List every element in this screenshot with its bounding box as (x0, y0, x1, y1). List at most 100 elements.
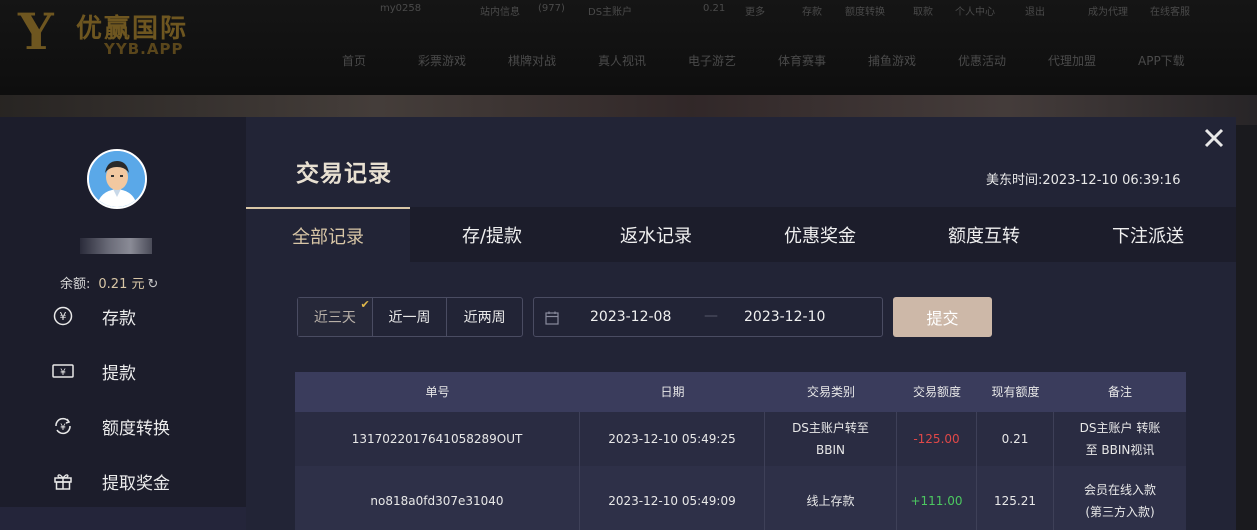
topbar-withdraw: 取款 (913, 7, 933, 18)
table-row: 131702201764105828​9OUT 2023-12-10 05:49… (295, 412, 1186, 466)
range-2-weeks-button[interactable]: 近两周 (447, 298, 522, 336)
topbar-more: 更多 (745, 7, 765, 18)
column-header: 现有额度 (991, 385, 1040, 399)
server-time-label: 美东时间: (986, 173, 1043, 188)
column-header: 备注 (1107, 385, 1132, 399)
sidebar-item-active-partial[interactable] (0, 507, 246, 530)
withdraw-icon: ¥ (52, 360, 74, 382)
topbar-logout: 退出 (1025, 7, 1045, 18)
nav-item: APP下载 (1138, 54, 1185, 68)
balance-row: 余额: 0.21 元 ↻ (60, 273, 158, 292)
balance-label: 余额: (60, 277, 91, 292)
column-header: 交易额度 (912, 385, 961, 399)
balance-cell: 0.21 (977, 412, 1054, 466)
tab-deposit-withdraw[interactable]: 存/提款 (410, 207, 574, 262)
range-label: 近三天 (313, 310, 356, 326)
svg-text:¥: ¥ (60, 423, 66, 433)
sidebar-item-transfer[interactable]: ¥ 额度转换 (0, 406, 246, 446)
type-cell: DS主账户转至BBIN (765, 412, 897, 466)
tab-transfer[interactable]: 额度互转 (902, 207, 1066, 262)
order-number-cell: 131702201764105828​9OUT (295, 412, 580, 466)
date-range-presets: 近三天 ✔ 近一周 近两周 (297, 297, 523, 337)
svg-text:¥: ¥ (60, 368, 66, 378)
gift-icon (52, 470, 74, 492)
sidebar-item-claim-bonus[interactable]: 提取奖金 (0, 461, 246, 501)
site-right-edge (1236, 125, 1257, 530)
amount-cell: -125.00 (897, 412, 977, 466)
topbar-messages: 站内信息 (480, 7, 520, 18)
order-number-cell: no818a0fd307e31040 (295, 466, 580, 530)
submit-button[interactable]: 提交 (893, 297, 992, 337)
topbar-support: 在线客服 (1150, 7, 1190, 18)
username-masked (80, 238, 152, 254)
main-panel: 交易记录 美东时间:2023-12-10 06:39:16 全部记录 存/提款 … (246, 117, 1236, 530)
date-separator: — (704, 308, 718, 324)
record-tabs: 全部记录 存/提款 返水记录 优惠奖金 额度互转 下注派送 (246, 207, 1236, 262)
server-time-value: 2023-12-10 06:39:16 (1042, 173, 1181, 188)
nav-item: 捕鱼游戏 (868, 54, 917, 68)
range-3-days-button[interactable]: 近三天 ✔ (298, 298, 373, 336)
transaction-records-modal: 余额: 0.21 元 ↻ ¥ 存款 ¥ 提款 ¥ 额度转换 提取奖金 交易记录 … (0, 117, 1236, 530)
site-header-dimmed: Y 优赢国际 YYB.APP my0258 站内信息 (977) DS主账户 0… (0, 0, 1257, 95)
nav-item: 棋牌对战 (508, 54, 557, 68)
balance-cell: 125.21 (977, 466, 1054, 530)
sidebar-item-label: 提取奖金 (102, 473, 170, 494)
topbar-balance: 0.21 (703, 3, 726, 14)
amount-cell: +111.00 (897, 466, 977, 530)
topbar-profile: 个人中心 (955, 7, 995, 18)
check-icon: ✔ (360, 298, 370, 311)
end-date-input[interactable]: 2023-12-10 (744, 309, 825, 325)
column-header: 单号 (425, 385, 450, 399)
column-header: 交易类别 (806, 385, 855, 399)
tab-all-records[interactable]: 全部记录 (246, 207, 410, 262)
avatar (87, 149, 147, 209)
remark-cell: DS主账户 转账至 BBIN视讯 (1079, 421, 1161, 457)
nav-item: 首页 (342, 54, 367, 68)
transfer-icon: ¥ (52, 415, 74, 437)
range-label: 近一周 (388, 310, 431, 326)
table-row: no818a0fd307e31040 2023-12-10 05:49:09 线… (295, 466, 1186, 530)
close-icon (1204, 128, 1224, 148)
refresh-icon[interactable]: ↻ (147, 277, 158, 292)
topbar-deposit: 存款 (802, 7, 822, 18)
site-nav: 首页 彩票游戏 棋牌对战 真人视讯 电子游艺 体育赛事 捕鱼游戏 优惠活动 代理… (0, 52, 1257, 72)
sidebar-item-label: 额度转换 (102, 418, 170, 439)
nav-item: 真人视讯 (598, 54, 647, 68)
topbar-username: my0258 (380, 3, 422, 14)
nav-item: 体育赛事 (778, 54, 827, 68)
transactions-table: 单号 日期 交易类别 交易额度 现有额度 备注 1317022017641058… (295, 372, 1186, 530)
nav-item: 彩票游戏 (418, 54, 467, 68)
sidebar-item-label: 存款 (102, 308, 136, 329)
start-date-input[interactable]: 2023-12-08 (590, 309, 671, 325)
date-cell: 2023-12-10 05:49:25 (580, 412, 765, 466)
range-1-week-button[interactable]: 近一周 (373, 298, 448, 336)
remark-cell: 会员在线入款(第三方入款) (1083, 483, 1156, 519)
range-label: 近两周 (463, 310, 506, 326)
sidebar-item-deposit[interactable]: ¥ 存款 (0, 296, 246, 336)
tab-rebate[interactable]: 返水记录 (574, 207, 738, 262)
tab-promo-bonus[interactable]: 优惠奖金 (738, 207, 902, 262)
close-button[interactable] (1201, 125, 1227, 151)
server-time: 美东时间:2023-12-10 06:39:16 (986, 169, 1180, 188)
calendar-icon (545, 310, 559, 325)
nav-item: 代理加盟 (1048, 54, 1097, 68)
tab-bet-payout[interactable]: 下注派送 (1066, 207, 1230, 262)
topbar-agent: 成为代理 (1088, 7, 1128, 18)
type-cell: 线上存款 (765, 466, 897, 530)
sidebar-item-withdraw[interactable]: ¥ 提款 (0, 351, 246, 391)
sidebar-item-label: 提款 (102, 363, 136, 384)
nav-item: 电子游艺 (688, 54, 737, 68)
topbar-account: DS主账户 (588, 7, 633, 18)
topbar-message-count: (977) (538, 3, 565, 14)
user-sidebar: 余额: 0.21 元 ↻ ¥ 存款 ¥ 提款 ¥ 额度转换 提取奖金 (0, 117, 246, 530)
svg-text:¥: ¥ (60, 310, 67, 323)
deposit-icon: ¥ (52, 305, 74, 327)
topbar-transfer: 额度转换 (845, 7, 885, 18)
nav-item: 优惠活动 (958, 54, 1007, 68)
page-title: 交易记录 (296, 161, 392, 187)
date-cell: 2023-12-10 05:49:09 (580, 466, 765, 530)
column-header: 日期 (660, 385, 685, 399)
balance-value: 0.21 元 (98, 277, 145, 292)
date-range-picker[interactable]: 2023-12-08 — 2023-12-10 (533, 297, 883, 337)
table-header: 单号 日期 交易类别 交易额度 现有额度 备注 (295, 372, 1186, 412)
